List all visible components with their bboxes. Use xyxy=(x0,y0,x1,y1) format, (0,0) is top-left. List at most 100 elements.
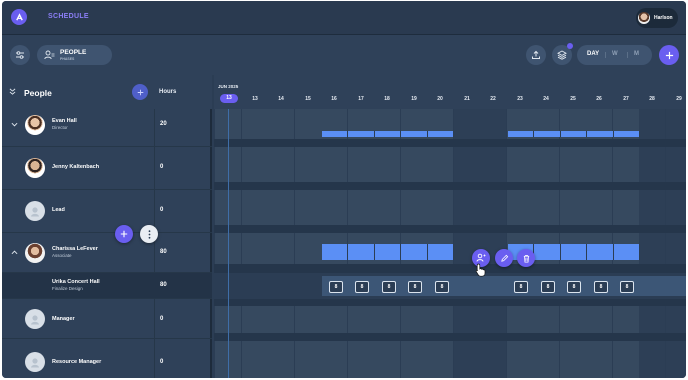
day-cell[interactable] xyxy=(507,341,533,378)
app-logo-icon[interactable] xyxy=(11,9,27,25)
allocation-bar[interactable] xyxy=(534,131,561,137)
day-cell[interactable] xyxy=(321,341,347,378)
daily-hours-box[interactable]: 8 xyxy=(329,281,343,293)
day-cell[interactable] xyxy=(480,109,506,139)
day-cell[interactable] xyxy=(533,306,559,333)
add-assignment-button[interactable] xyxy=(115,225,133,243)
day-cell[interactable] xyxy=(507,190,533,225)
day-cell[interactable] xyxy=(348,306,374,333)
daily-hours-box[interactable]: 8 xyxy=(382,281,396,293)
view-option-day[interactable]: DAY xyxy=(587,51,599,57)
day-cell[interactable] xyxy=(268,306,294,333)
day-cell[interactable] xyxy=(480,190,506,225)
day-cell[interactable] xyxy=(321,306,347,333)
day-cell[interactable] xyxy=(374,147,400,182)
allocation-bar[interactable] xyxy=(375,244,401,260)
allocation-bar[interactable] xyxy=(561,131,587,137)
day-cell[interactable] xyxy=(666,190,686,225)
day-cell[interactable] xyxy=(586,306,612,333)
layers-button[interactable] xyxy=(552,43,573,65)
allocation-bar[interactable] xyxy=(587,131,614,137)
daily-hours-box[interactable]: 8 xyxy=(435,281,449,293)
schedule-grid[interactable]: 8 8 8 8 8 8 8 8 8 8 xyxy=(214,109,686,378)
allocation-bar[interactable] xyxy=(508,131,534,137)
day-cell[interactable] xyxy=(348,147,374,182)
chevron-down-icon[interactable] xyxy=(11,121,18,128)
day-cell[interactable] xyxy=(613,190,639,225)
day-cell[interactable] xyxy=(268,190,294,225)
daily-hours-box[interactable]: 8 xyxy=(567,281,581,293)
day-cell[interactable] xyxy=(454,109,480,139)
day-cell[interactable] xyxy=(401,147,427,182)
role-name[interactable]: Resource Manager xyxy=(52,359,101,365)
day-cell[interactable] xyxy=(666,109,686,139)
allocation-bar[interactable] xyxy=(322,131,348,137)
day-cell[interactable] xyxy=(427,190,453,225)
project-name[interactable]: Urika Concert Hall xyxy=(52,279,100,285)
day-cell[interactable] xyxy=(321,147,347,182)
day-cell[interactable] xyxy=(427,147,453,182)
allocation-bar[interactable] xyxy=(614,131,640,137)
daily-hours-box[interactable]: 8 xyxy=(620,281,634,293)
allocation-bar[interactable] xyxy=(401,131,428,137)
allocation-bar[interactable] xyxy=(401,244,428,260)
day-cell[interactable] xyxy=(242,147,268,182)
export-button[interactable] xyxy=(526,45,546,65)
day-cell[interactable] xyxy=(401,306,427,333)
chevron-up-icon[interactable] xyxy=(11,249,18,256)
day-cell[interactable] xyxy=(480,147,506,182)
day-cell[interactable] xyxy=(374,190,400,225)
day-cell[interactable] xyxy=(586,147,612,182)
role-name[interactable]: Manager xyxy=(52,316,75,322)
day-cell[interactable] xyxy=(374,341,400,378)
day-cell[interactable] xyxy=(639,306,665,333)
app-title[interactable]: SCHEDULE xyxy=(48,13,89,20)
person-row[interactable]: Lead 0 xyxy=(2,190,212,233)
day-cell[interactable] xyxy=(348,341,374,378)
day-cell[interactable] xyxy=(268,233,294,264)
day-cell[interactable] xyxy=(268,341,294,378)
day-cell[interactable] xyxy=(401,341,427,378)
person-name[interactable]: Charissa LeFever xyxy=(52,246,98,252)
day-cell[interactable] xyxy=(242,306,268,333)
day-cell[interactable] xyxy=(295,147,321,182)
day-cell[interactable] xyxy=(613,306,639,333)
view-mode-selector[interactable]: PEOPLE PHASES xyxy=(37,45,112,65)
view-option-month[interactable]: M xyxy=(634,51,639,57)
allocation-bar[interactable] xyxy=(428,131,454,137)
add-person-button[interactable] xyxy=(132,84,148,100)
day-cell[interactable] xyxy=(639,147,665,182)
person-name[interactable]: Jenny Kaltenbach xyxy=(52,164,99,170)
day-cell[interactable] xyxy=(454,306,480,333)
day-cell[interactable] xyxy=(348,190,374,225)
day-cell[interactable] xyxy=(666,233,686,264)
role-name[interactable]: Lead xyxy=(52,207,65,213)
day-cell[interactable] xyxy=(454,190,480,225)
filter-button[interactable] xyxy=(10,45,30,65)
allocation-bar[interactable] xyxy=(587,244,614,260)
day-cell[interactable] xyxy=(507,147,533,182)
daily-hours-box[interactable]: 8 xyxy=(541,281,555,293)
day-cell[interactable] xyxy=(533,341,559,378)
day-cell[interactable] xyxy=(374,306,400,333)
day-cell[interactable] xyxy=(242,341,268,378)
person-row[interactable]: Resource Manager 0 xyxy=(2,339,212,378)
allocation-bar[interactable] xyxy=(561,244,587,260)
day-cell[interactable] xyxy=(613,341,639,378)
day-label-today[interactable]: 13 xyxy=(220,94,238,103)
person-name[interactable]: Evan Hall xyxy=(52,118,77,124)
day-cell[interactable] xyxy=(454,147,480,182)
allocation-bar[interactable] xyxy=(322,244,348,260)
day-cell[interactable] xyxy=(401,190,427,225)
project-row[interactable]: Urika Concert Hall Finalize Design 80 xyxy=(2,273,212,299)
day-cell[interactable] xyxy=(666,147,686,182)
day-cell[interactable] xyxy=(639,341,665,378)
delete-button[interactable] xyxy=(517,249,535,267)
day-cell[interactable] xyxy=(639,190,665,225)
day-cell[interactable] xyxy=(427,306,453,333)
day-cell[interactable] xyxy=(586,341,612,378)
user-menu[interactable]: Harlson xyxy=(636,8,678,28)
daily-hours-box[interactable]: 8 xyxy=(408,281,422,293)
day-cell[interactable] xyxy=(560,190,586,225)
person-row[interactable]: Evan Hall Director 20 xyxy=(2,109,212,147)
